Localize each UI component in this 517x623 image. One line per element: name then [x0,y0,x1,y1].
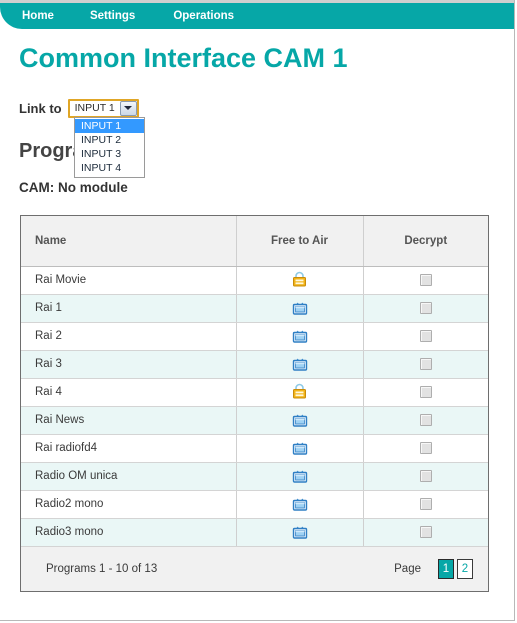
caret-glyph [124,106,133,110]
table-row[interactable]: Radio OM unica [21,462,488,491]
decrypt-checkbox[interactable] [419,329,432,342]
page-button-1[interactable]: 1 [438,558,454,579]
cell-decrypt[interactable] [363,434,488,463]
table-footer: Programs 1 - 10 of 13 Page 1 2 [21,545,488,591]
pagination: Page 1 2 [394,558,473,579]
tv-icon [292,327,308,343]
cam-status-text: CAM: No module [19,180,128,195]
cell-free-to-air [236,378,364,407]
tv-icon [292,439,308,455]
cell-program-name: Rai radiofd4 [21,434,237,463]
dropdown-option-input-1[interactable]: INPUT 1 [75,119,144,133]
cell-decrypt[interactable] [363,350,488,379]
cell-free-to-air [236,518,364,547]
nav-item-operations[interactable]: Operations [173,3,234,29]
table-row[interactable]: Rai 2 [21,322,488,351]
padlock-icon [292,383,307,399]
cell-decrypt[interactable] [363,518,488,547]
cell-free-to-air [236,294,364,323]
decrypt-checkbox[interactable] [419,441,432,454]
page-root: Home Settings Operations Common Interfac… [0,0,515,621]
dropdown-option-input-2[interactable]: INPUT 2 [75,133,144,147]
cell-program-name: Rai 4 [21,378,237,407]
cell-decrypt[interactable] [363,406,488,435]
table-row[interactable]: Rai Movie [21,266,488,295]
table-footer-row: Programs 1 - 10 of 13 Page 1 2 [21,545,488,591]
tv-icon [292,523,308,539]
table-row[interactable]: Rai 4 [21,378,488,407]
decrypt-checkbox[interactable] [419,301,432,314]
cell-decrypt[interactable] [363,266,488,295]
program-list-table: Name Free to Air Decrypt Rai Movie Rai 1R… [21,216,488,591]
nav-item-settings[interactable]: Settings [90,3,135,29]
page-button-2[interactable]: 2 [457,558,473,579]
link-to-row: Link to INPUT 1 [19,98,139,118]
table-row[interactable]: Rai News [21,406,488,435]
program-count-text: Programs 1 - 10 of 13 [46,562,158,575]
tv-icon [292,467,308,483]
cell-decrypt[interactable] [363,294,488,323]
table-row[interactable]: Radio2 mono [21,490,488,519]
link-to-select[interactable]: INPUT 1 [67,98,139,118]
cell-program-name: Rai Movie [21,266,237,295]
decrypt-checkbox[interactable] [419,469,432,482]
padlock-icon [292,271,307,287]
decrypt-checkbox[interactable] [419,273,432,286]
cell-program-name: Rai News [21,406,237,435]
program-list-table-wrap: Name Free to Air Decrypt Rai Movie Rai 1R… [20,215,489,592]
decrypt-checkbox[interactable] [419,385,432,398]
navbar-items: Home Settings Operations [0,3,234,29]
column-header-name[interactable]: Name [21,216,237,267]
cell-decrypt[interactable] [363,462,488,491]
decrypt-checkbox[interactable] [419,497,432,510]
tv-icon [292,411,308,427]
column-header-free-to-air[interactable]: Free to Air [236,216,364,267]
decrypt-checkbox[interactable] [419,525,432,538]
cell-program-name: Radio2 mono [21,490,237,519]
cell-program-name: Rai 2 [21,322,237,351]
table-header: Name Free to Air Decrypt [21,216,488,267]
table-footer-cell: Programs 1 - 10 of 13 Page 1 2 [21,545,488,591]
table-row[interactable]: Rai 3 [21,350,488,379]
cell-program-name: Rai 3 [21,350,237,379]
decrypt-checkbox[interactable] [419,357,432,370]
tv-icon [292,495,308,511]
decrypt-checkbox[interactable] [419,413,432,426]
cell-program-name: Radio3 mono [21,518,237,547]
link-to-label: Link to [19,100,62,116]
cell-decrypt[interactable] [363,322,488,351]
table-row[interactable]: Rai radiofd4 [21,434,488,463]
cell-decrypt[interactable] [363,490,488,519]
nav-item-home[interactable]: Home [22,3,54,29]
tv-icon [292,355,308,371]
cell-free-to-air [236,350,364,379]
chevron-down-icon[interactable] [119,100,137,116]
table-row[interactable]: Radio3 mono [21,518,488,547]
cell-program-name: Rai 1 [21,294,237,323]
pagination-label: Page [394,562,421,575]
cell-decrypt[interactable] [363,378,488,407]
cell-free-to-air [236,406,364,435]
footer-inner: Programs 1 - 10 of 13 Page 1 2 [22,548,487,590]
cell-free-to-air [236,490,364,519]
dropdown-option-input-4[interactable]: INPUT 4 [75,161,144,175]
link-to-selected-value: INPUT 1 [74,102,115,114]
table-row[interactable]: Rai 1 [21,294,488,323]
cell-program-name: Radio OM unica [21,462,237,491]
tv-icon [292,299,308,315]
page-title: Common Interface CAM 1 [19,43,348,73]
main-navbar: Home Settings Operations [0,3,514,29]
cell-free-to-air [236,266,364,295]
cell-free-to-air [236,434,364,463]
table-body: Rai Movie Rai 1 Rai 2 Rai 3 Rai 4 Rai News Rai… [21,266,488,547]
link-to-dropdown-list[interactable]: INPUT 1 INPUT 2 INPUT 3 INPUT 4 [74,117,145,178]
dropdown-option-input-3[interactable]: INPUT 3 [75,147,144,161]
column-header-decrypt[interactable]: Decrypt [363,216,488,267]
cell-free-to-air [236,322,364,351]
table-header-row: Name Free to Air Decrypt [21,216,488,267]
cell-free-to-air [236,462,364,491]
